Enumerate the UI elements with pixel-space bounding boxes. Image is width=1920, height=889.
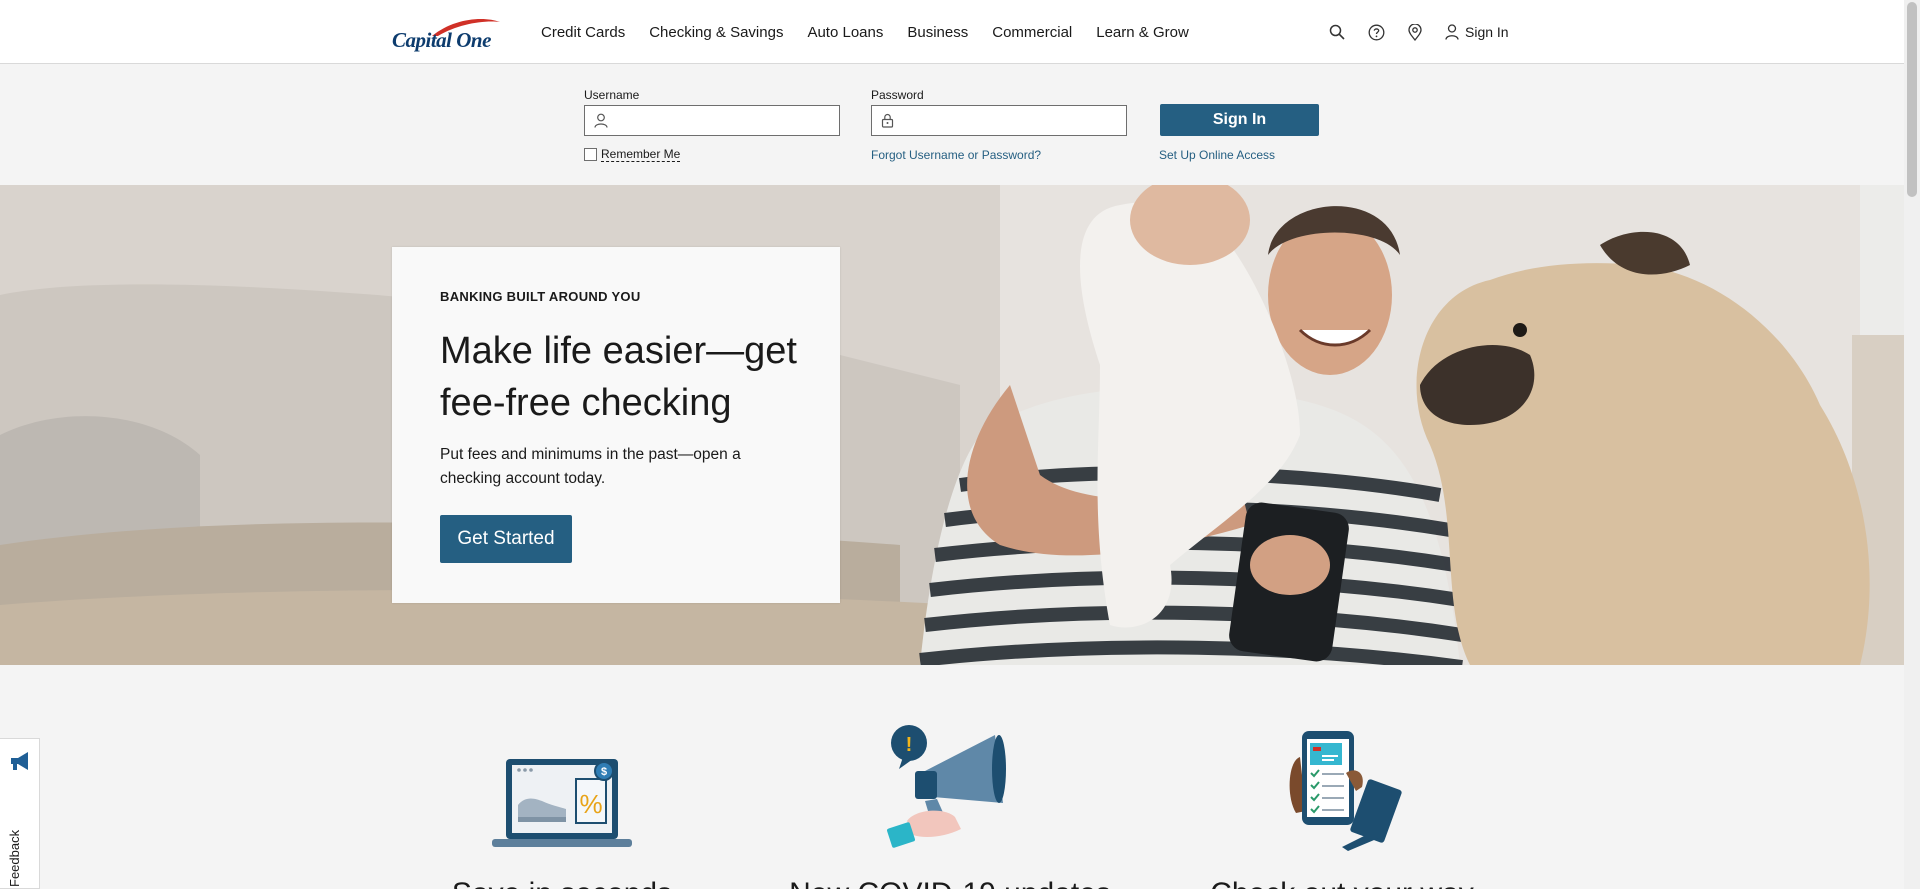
nav-auto-loans[interactable]: Auto Loans <box>807 24 883 41</box>
remember-me-checkbox[interactable] <box>584 148 597 161</box>
megaphone-icon <box>11 752 28 770</box>
lock-icon <box>881 113 894 128</box>
remember-me[interactable]: Remember Me <box>584 147 681 162</box>
nav-checking-savings[interactable]: Checking & Savings <box>649 24 783 41</box>
user-icon <box>594 113 608 128</box>
help-icon[interactable] <box>1367 23 1385 41</box>
feedback-label: Feedback <box>7 829 22 887</box>
location-pin-icon[interactable] <box>1406 23 1424 41</box>
user-icon <box>1445 24 1459 40</box>
password-input[interactable] <box>902 109 1120 132</box>
forgot-credentials-link[interactable]: Forgot Username or Password? <box>871 148 1041 162</box>
logo-wordmark: Capital One <box>392 28 491 52</box>
sign-in-button[interactable]: Sign In <box>1160 104 1319 136</box>
page-scrollbar[interactable] <box>1904 0 1920 889</box>
search-icon[interactable] <box>1328 23 1346 41</box>
nav-business[interactable]: Business <box>907 24 968 41</box>
hero-photo <box>0 185 1904 665</box>
username-input[interactable] <box>615 109 833 132</box>
svg-text:%: % <box>579 789 602 819</box>
password-label: Password <box>871 88 924 102</box>
feature-2-title: New COVID-19 updates <box>770 877 1130 889</box>
password-field-wrapper <box>871 105 1127 136</box>
feedback-tab[interactable]: Feedback <box>0 738 40 889</box>
username-label: Username <box>584 88 640 102</box>
feature-card-2[interactable]: ! New COVID-19 updates <box>770 715 1130 889</box>
scrollbar-thumb[interactable] <box>1907 2 1917 197</box>
hero-subtext: Put fees and minimums in the past—open a… <box>440 446 741 487</box>
nav-commercial[interactable]: Commercial <box>992 24 1072 41</box>
hero-banner: BANKING BUILT AROUND YOU Make life easie… <box>0 185 1904 665</box>
username-field-wrapper <box>584 105 840 136</box>
setup-online-access-link[interactable]: Set Up Online Access <box>1159 148 1275 162</box>
site-header: Capital One Credit Cards Checking & Savi… <box>0 0 1904 64</box>
sign-in-form: Username Password Remember Me Forgot Use… <box>0 65 1904 185</box>
feature-card-1[interactable]: % $ Save in seconds <box>382 715 742 889</box>
utility-nav: Sign In <box>1328 0 1509 64</box>
hero-eyebrow: BANKING BUILT AROUND YOU <box>440 289 641 304</box>
feature-card-3[interactable]: Check out your way <box>1162 715 1522 889</box>
header-sign-in-link[interactable]: Sign In <box>1445 24 1509 40</box>
svg-text:$: $ <box>601 766 607 778</box>
nav-learn-grow[interactable]: Learn & Grow <box>1096 24 1189 41</box>
hero-promo-card: BANKING BUILT AROUND YOU Make life easie… <box>392 247 840 603</box>
feature-3-title: Check out your way <box>1162 877 1522 889</box>
laptop-sale-icon: % $ <box>492 759 632 847</box>
remember-me-label: Remember Me <box>601 147 681 162</box>
capital-one-logo[interactable]: Capital One <box>392 14 504 54</box>
features-section: % $ Save in seconds ! New COVID-19 updat… <box>0 665 1904 889</box>
get-started-button[interactable]: Get Started <box>440 515 572 563</box>
header-sign-in-label: Sign In <box>1465 24 1509 40</box>
hero-headline: Make life easier—get fee-free checking <box>440 330 797 424</box>
nav-credit-cards[interactable]: Credit Cards <box>541 24 625 41</box>
phone-checklist-icon <box>1289 731 1402 851</box>
feature-1-title: Save in seconds <box>382 877 742 889</box>
svg-text:!: ! <box>906 734 913 756</box>
main-nav: Credit Cards Checking & Savings Auto Loa… <box>541 0 1213 64</box>
megaphone-icon: ! <box>887 725 1006 848</box>
